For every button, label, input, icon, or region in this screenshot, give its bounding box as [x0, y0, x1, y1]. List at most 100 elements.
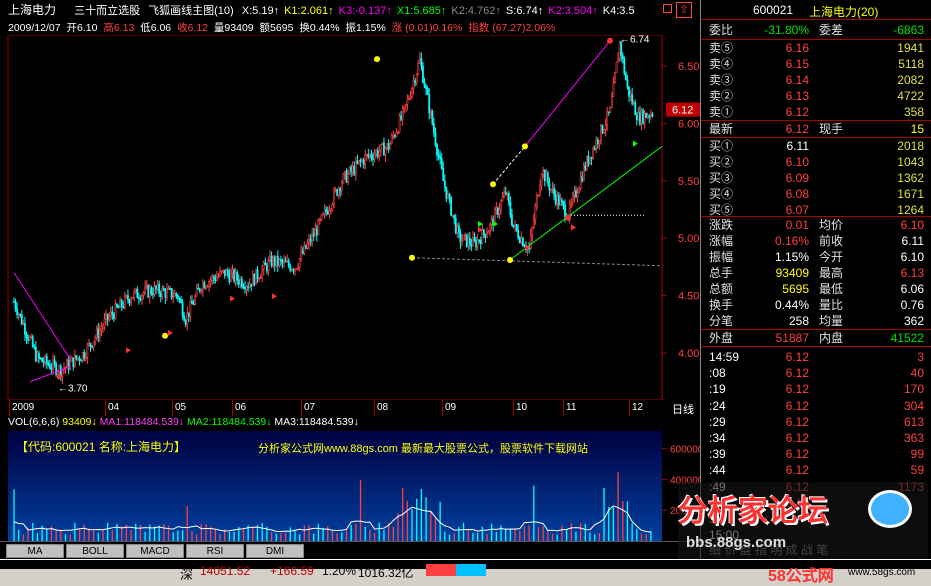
candle-body — [482, 229, 485, 235]
candle-body — [167, 287, 170, 290]
candle-body — [301, 251, 304, 254]
candle-body — [66, 359, 68, 368]
tab-ma[interactable]: MA — [6, 544, 64, 558]
candle-body — [467, 237, 470, 247]
candle-body — [225, 270, 228, 276]
candle-body — [113, 314, 115, 319]
candle-body — [443, 180, 446, 188]
candle-body — [187, 312, 190, 317]
candle-body — [27, 336, 29, 341]
candle-body — [173, 292, 176, 297]
candle-body — [69, 360, 72, 370]
stat-row: 分笔 258 均量 362 — [709, 314, 924, 328]
vol-title[interactable]: VOL(6,6,6) — [8, 416, 59, 428]
candle-body — [205, 286, 207, 289]
status-bar: 深 14051.52 +166.59 1.20% 1016.32亿 58公式网 … — [0, 559, 931, 586]
candle-body — [92, 341, 95, 348]
candle-body — [362, 159, 365, 165]
tab-macd[interactable]: MACD — [126, 544, 184, 558]
indicator-value: X1:5.685↑ — [396, 5, 447, 17]
candlestick-chart[interactable]: ←6.74 ←3.70 6.50 6.00 5.50 5.00 4.50 4.00 6.12 — [0, 35, 700, 400]
candle-body — [603, 129, 605, 133]
candle-body — [423, 82, 426, 88]
candle-body — [384, 148, 387, 156]
candle-body — [272, 257, 275, 266]
candle-body — [517, 229, 520, 239]
candle-body — [325, 209, 328, 213]
candle-body — [457, 225, 460, 233]
indicator-name[interactable]: 飞狐画线主图 — [148, 1, 214, 20]
candle-body — [378, 151, 381, 157]
candle-body — [447, 193, 449, 199]
candle-body — [197, 287, 200, 290]
candle-body — [337, 188, 340, 196]
candle-body — [81, 352, 84, 361]
candle-body — [518, 237, 521, 243]
candle-body — [247, 286, 250, 289]
candle-body — [379, 143, 382, 152]
candle-body — [191, 301, 193, 305]
candle-body — [208, 281, 211, 287]
forum-watermark: 分析家论坛 bbs.88gs.com — [678, 482, 928, 560]
candle-body — [34, 347, 37, 362]
candle-body — [361, 159, 363, 162]
volume-tick: 600000 — [670, 445, 700, 456]
candle-body — [417, 62, 420, 75]
candle-body — [206, 286, 209, 288]
candle-body — [523, 245, 526, 248]
formula-name[interactable]: 三十而立选股 — [74, 1, 140, 20]
candle-body — [646, 115, 649, 118]
candle-body — [425, 86, 427, 89]
candle-body — [161, 288, 164, 297]
sell-level-row: 卖④ 6.15 5118 — [709, 57, 924, 71]
candle-body — [95, 328, 98, 339]
candle-body — [70, 357, 73, 362]
candle-body — [155, 285, 157, 290]
candle-body — [283, 260, 285, 264]
top-title-bar: 上海电力 三十而立选股 飞狐画线主图(10) X:5.19↑ K1:2.061↑ K… — [0, 0, 700, 20]
candle-body — [348, 167, 351, 174]
candle-body — [244, 287, 246, 290]
candle-body — [236, 272, 239, 281]
candle-body — [162, 288, 165, 291]
candles — [13, 40, 654, 384]
candle-body — [258, 278, 260, 280]
candle-body — [412, 80, 415, 89]
info-turnover: 换0.44% — [299, 22, 340, 34]
stat-row: 换手 0.44% 量比 0.76 — [709, 298, 924, 312]
info-volume: 量93409 — [213, 22, 254, 34]
candle-body — [209, 279, 212, 282]
candle-body — [353, 166, 356, 175]
candle-body — [77, 357, 79, 360]
candle-body — [136, 288, 139, 299]
info-date: 2009/12/07 — [8, 22, 61, 34]
code-label: 【代码:600021 名称:上海电力】 — [16, 440, 187, 454]
candle-body — [109, 311, 112, 317]
info-index: 指数 (67.27)2.06% — [468, 22, 556, 34]
candle-body — [295, 268, 298, 270]
period-label[interactable]: 日线 — [672, 401, 694, 417]
candle-body — [570, 202, 573, 205]
candle-body — [311, 233, 314, 243]
tab-rsi[interactable]: RSI — [186, 544, 244, 558]
info-close: 收6.12 — [177, 22, 208, 34]
candle-body — [255, 269, 257, 285]
buy-arrow-icon — [168, 330, 173, 337]
tab-dmi[interactable]: DMI — [246, 544, 304, 558]
candle-body — [298, 258, 301, 268]
stock-name[interactable]: 上海电力 — [8, 0, 56, 20]
candle-body — [476, 239, 479, 248]
tick-row: :24 6.12 304 — [709, 398, 924, 413]
window-restore-icon[interactable] — [663, 4, 672, 13]
candle-body — [585, 156, 588, 170]
candle-body — [434, 132, 437, 146]
indicator-value: K1:2.061↑ — [284, 5, 334, 17]
indicator-value: K2:3.504↑ — [548, 5, 598, 17]
candle-body — [33, 346, 36, 348]
candle-body — [131, 297, 134, 300]
scroll-up-button[interactable]: ⇧ — [676, 2, 692, 18]
candle-body — [347, 173, 349, 183]
candle-body — [322, 213, 324, 216]
tab-boll[interactable]: BOLL — [66, 544, 124, 558]
candle-body — [582, 165, 585, 181]
